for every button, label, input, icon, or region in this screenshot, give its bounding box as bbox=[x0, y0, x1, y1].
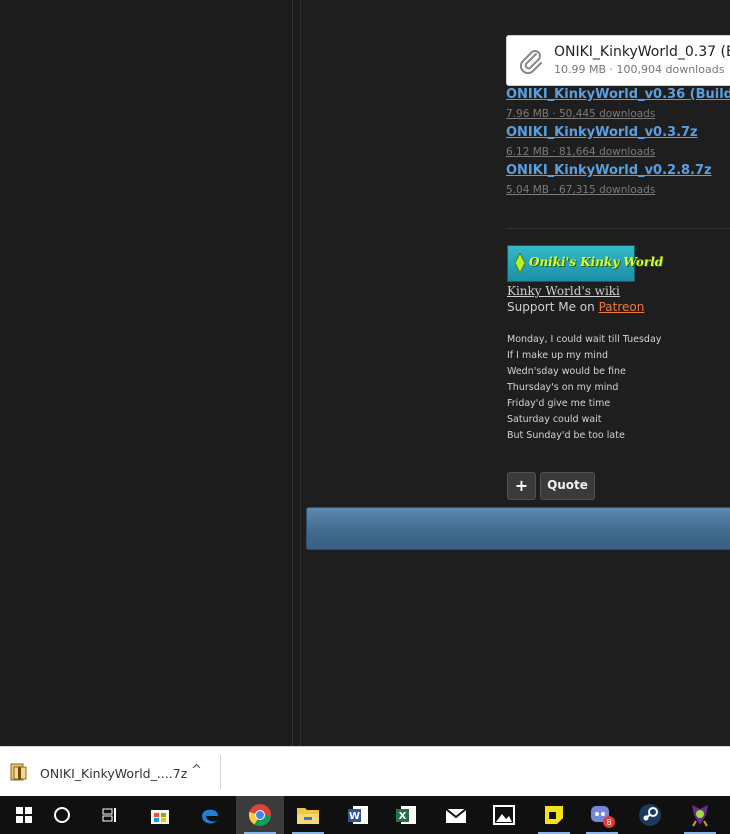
paperclip-icon bbox=[519, 50, 542, 75]
word-icon[interactable]: W bbox=[334, 796, 382, 834]
left-sidebar-panel bbox=[0, 0, 292, 746]
plumbob-icon bbox=[515, 253, 525, 273]
download-link[interactable]: ONIKI_KinkyWorld_v0.36 (Build 362 bbox=[506, 87, 730, 102]
discord-badge: 8 bbox=[606, 818, 611, 827]
chrome-icon[interactable] bbox=[236, 796, 284, 834]
quote-button[interactable]: Quote bbox=[540, 472, 595, 500]
panel-divider bbox=[292, 0, 293, 746]
signature-lyrics: Monday, I could wait till Tuesday If I m… bbox=[507, 332, 661, 444]
edge-icon[interactable] bbox=[186, 796, 234, 834]
signature-divider bbox=[506, 228, 730, 229]
sticky-notes-icon[interactable] bbox=[530, 796, 578, 834]
svg-text:X: X bbox=[399, 811, 407, 822]
multiquote-button[interactable]: + bbox=[507, 472, 536, 500]
lyric-line: But Sunday'd be too late bbox=[507, 430, 625, 441]
shelf-separator bbox=[220, 755, 221, 789]
store-icon[interactable] bbox=[136, 796, 184, 834]
attachment-card[interactable]: ONIKI_KinkyWorld_0.37 (Build 10.99 MB · … bbox=[506, 35, 730, 86]
signature-banner-image[interactable]: Oniki's Kinky World bbox=[507, 245, 663, 282]
lyric-line: Wedn'sday would be fine bbox=[507, 366, 626, 377]
windows-taskbar: W X 8 bbox=[0, 796, 730, 834]
support-prefix: Support Me on bbox=[507, 300, 599, 314]
lyric-line: Saturday could wait bbox=[507, 414, 602, 425]
download-link[interactable]: ONIKI_KinkyWorld_v0.3.7z bbox=[506, 125, 698, 140]
attachment-meta: 10.99 MB · 100,904 downloads bbox=[554, 63, 725, 76]
patreon-link[interactable]: Patreon bbox=[599, 300, 645, 314]
download-filename[interactable]: ONIKI_KinkyWorld_....7z bbox=[40, 766, 187, 781]
mail-icon[interactable] bbox=[432, 796, 480, 834]
lyric-line: Monday, I could wait till Tuesday bbox=[507, 334, 662, 345]
support-line: Support Me on Patreon bbox=[507, 300, 644, 314]
archive-file-icon bbox=[10, 763, 27, 781]
download-meta: 7.96 MB · 50,445 downloads bbox=[506, 108, 656, 120]
download-shelf: ONIKI_KinkyWorld_....7z ^ bbox=[0, 746, 730, 797]
download-meta: 5.04 MB · 67,315 downloads bbox=[506, 184, 656, 196]
post-separator-bar bbox=[306, 507, 730, 550]
download-link[interactable]: ONIKI_KinkyWorld_v0.2.8.7z bbox=[506, 163, 712, 178]
banner-text: Oniki's Kinky World bbox=[529, 255, 664, 269]
cortana-icon[interactable] bbox=[38, 796, 86, 834]
discord-icon[interactable]: 8 bbox=[578, 796, 626, 834]
svg-text:W: W bbox=[349, 811, 360, 822]
game-icon[interactable] bbox=[676, 796, 724, 834]
download-meta: 6.12 MB · 81,664 downloads bbox=[506, 146, 656, 158]
photos-icon[interactable] bbox=[480, 796, 528, 834]
wiki-link[interactable]: Kinky World's wiki bbox=[507, 284, 620, 298]
lyric-line: Thursday's on my mind bbox=[507, 382, 619, 393]
steam-icon[interactable] bbox=[626, 796, 674, 834]
task-view-icon[interactable] bbox=[86, 796, 134, 834]
file-explorer-icon[interactable] bbox=[284, 796, 332, 834]
attachment-filename[interactable]: ONIKI_KinkyWorld_0.37 (Build bbox=[554, 44, 730, 60]
lyric-line: Friday'd give me time bbox=[507, 398, 611, 409]
chevron-up-icon[interactable]: ^ bbox=[191, 763, 202, 778]
lyric-line: If I make up my mind bbox=[507, 350, 609, 361]
excel-icon[interactable]: X bbox=[382, 796, 430, 834]
